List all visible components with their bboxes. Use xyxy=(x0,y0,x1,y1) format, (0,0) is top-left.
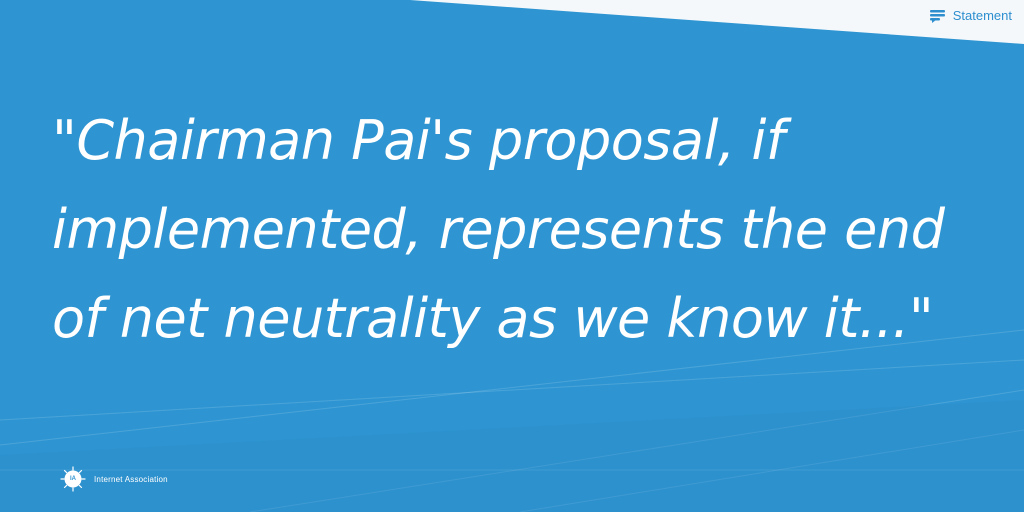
statement-tag: Statement xyxy=(929,8,1012,23)
brand-name: Internet Association xyxy=(94,474,168,484)
statement-label: Statement xyxy=(952,8,1012,23)
quote-text: "Chairman Pai's proposal, if implemented… xyxy=(52,109,945,350)
brand: IA Internet Association xyxy=(60,466,168,492)
internet-association-logo: IA xyxy=(60,466,86,492)
background-shade xyxy=(0,400,1024,512)
logo-text: IA xyxy=(70,476,76,482)
statement-card: Statement "Chairman Pai's proposal, if i… xyxy=(0,0,1024,512)
speech-bubble-lines-icon xyxy=(929,9,945,23)
